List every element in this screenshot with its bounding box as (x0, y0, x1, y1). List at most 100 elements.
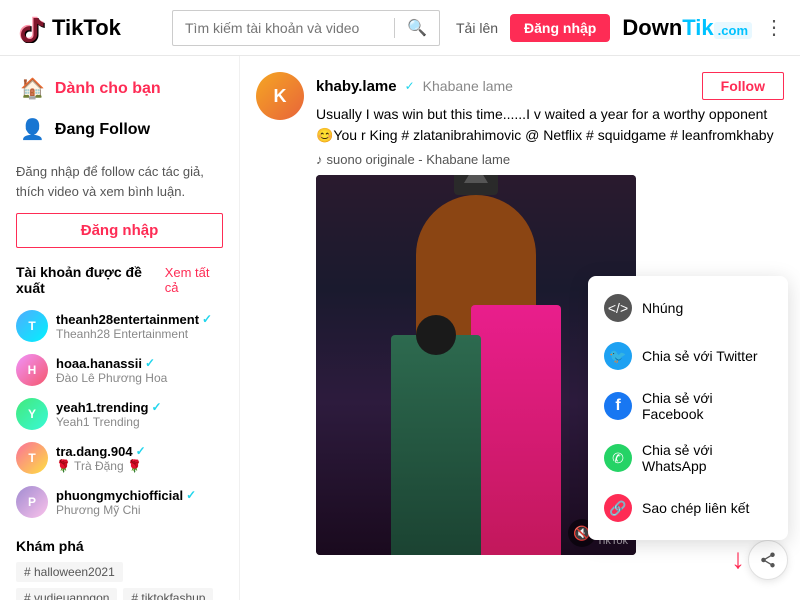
upload-label[interactable]: Tải lên (456, 20, 498, 36)
embed-label: Nhúng (642, 300, 683, 316)
account-item-2[interactable]: H hoaa.hanassii ✓ Đào Lê Phương Hoa (16, 348, 223, 392)
account-info-3: yeah1.trending ✓ Yeah1 Trending (56, 400, 223, 429)
account-info-2: hoaa.hanassii ✓ Đào Lê Phương Hoa (56, 356, 223, 385)
home-icon: 🏠 (20, 76, 45, 101)
facebook-icon: f (604, 392, 632, 420)
tiktok-logo-icon (16, 13, 46, 43)
account-info-5: phuongmychiofficial ✓ Phương Mỹ Chi (56, 488, 223, 517)
figure-green (391, 335, 481, 555)
avatar-3: Y (16, 398, 48, 430)
search-input[interactable] (173, 20, 394, 36)
main: 🏠 Dành cho bạn 👤 Đang Follow Đăng nhập đ… (0, 56, 800, 600)
following-label: Đang Follow (55, 121, 150, 139)
facebook-label: Chia sẻ với Facebook (642, 390, 772, 422)
account-sub-3: Yeah1 Trending (56, 415, 223, 429)
sound-text: suono originale - Khabane lame (327, 152, 511, 167)
share-button-container (748, 540, 788, 580)
login-prompt: Đăng nhập để follow các tác giả, thích v… (16, 162, 223, 201)
post-description: Usually I was win but this time......I v… (316, 104, 784, 146)
verified-icon-4: ✓ (136, 444, 146, 458)
explore-section: Khám phá # halloween2021 # vudieuanngon … (16, 538, 223, 600)
sidebar: 🏠 Dành cho bạn 👤 Đang Follow Đăng nhập đ… (0, 56, 240, 600)
account-sub-4: 🌹 Trà Đặng 🌹 (56, 459, 223, 473)
sidebar-item-for-you[interactable]: 🏠 Dành cho bạn (16, 68, 223, 109)
poster-display-name: Khabane lame (423, 78, 513, 94)
tag-vudieuanngon[interactable]: # vudieuanngon (16, 588, 117, 600)
post-header: khaby.lame ✓ Khabane lame Follow (316, 72, 784, 100)
verified-icon-1: ✓ (202, 312, 212, 326)
figure-pink (471, 305, 561, 555)
account-sub-5: Phương Mỹ Chi (56, 503, 223, 517)
search-button[interactable]: 🔍 (395, 18, 439, 38)
poster-verified-icon: ✓ (405, 79, 415, 93)
tag-tiktokfashup[interactable]: # tiktokfashup (123, 588, 213, 600)
whatsapp-icon: ✆ (604, 444, 632, 472)
see-all-link[interactable]: Xem tất cả (165, 265, 223, 295)
avatar-1: T (16, 310, 48, 342)
share-menu: </> Nhúng 🐦 Chia sẻ với Twitter f Chia s… (588, 276, 788, 540)
logo-area: TikTok (16, 13, 156, 43)
figure-head-left (416, 315, 456, 355)
suggested-title: Tài khoản được đề xuất (16, 264, 165, 296)
account-item-4[interactable]: T tra.dang.904 ✓ 🌹 Trà Đặng 🌹 (16, 436, 223, 480)
figure-head-right (454, 175, 498, 195)
more-icon[interactable]: ⋮ (764, 15, 784, 40)
share-icon (759, 551, 777, 569)
tag-grid: # halloween2021 # vudieuanngon # tiktokf… (16, 562, 223, 600)
whatsapp-label: Chia sẻ với WhatsApp (642, 442, 772, 474)
account-name-3: yeah1.trending ✓ (56, 400, 223, 415)
downtik-badge: DownTik.com (622, 17, 752, 39)
avatar-4: T (16, 442, 48, 474)
account-name-4: tra.dang.904 ✓ (56, 444, 223, 459)
account-info-4: tra.dang.904 ✓ 🌹 Trà Đặng 🌹 (56, 444, 223, 473)
content-area: K khaby.lame ✓ Khabane lame Follow Usual… (240, 56, 800, 600)
copy-link-label: Sao chép liên kết (642, 500, 749, 516)
account-name-2: hoaa.hanassii ✓ (56, 356, 223, 371)
share-whatsapp[interactable]: ✆ Chia sẻ với WhatsApp (588, 432, 788, 484)
for-you-label: Dành cho bạn (55, 80, 161, 98)
share-copy-link[interactable]: 🔗 Sao chép liên kết (588, 484, 788, 532)
arrow-indicator: ↓ (731, 543, 745, 575)
account-info-1: theanh28entertainment ✓ Theanh28 Enterta… (56, 312, 223, 341)
verified-icon-5: ✓ (186, 488, 196, 502)
share-twitter[interactable]: 🐦 Chia sẻ với Twitter (588, 332, 788, 380)
logo-text: TikTok (52, 15, 121, 41)
account-item-5[interactable]: P phuongmychiofficial ✓ Phương Mỹ Chi (16, 480, 223, 524)
copy-link-icon: 🔗 (604, 494, 632, 522)
downtik-tik: Tik (682, 15, 713, 40)
avatar-2: H (16, 354, 48, 386)
share-button[interactable] (748, 540, 788, 580)
twitter-label: Chia sẻ với Twitter (642, 348, 758, 364)
verified-icon-2: ✓ (145, 356, 155, 370)
search-bar: 🔍 (172, 10, 440, 46)
poster-avatar: K (256, 72, 304, 120)
header: TikTok 🔍 Tải lên Đăng nhập DownTik.com ⋮ (0, 0, 800, 56)
account-sub-2: Đào Lê Phương Hoa (56, 371, 223, 385)
account-sub-1: Theanh28 Entertainment (56, 327, 223, 341)
header-login-button[interactable]: Đăng nhập (510, 14, 610, 42)
account-item-3[interactable]: Y yeah1.trending ✓ Yeah1 Trending (16, 392, 223, 436)
explore-title: Khám phá (16, 538, 223, 554)
music-note-icon: ♪ (316, 152, 323, 167)
follow-button[interactable]: Follow (702, 72, 784, 100)
sidebar-login-button[interactable]: Đăng nhập (16, 213, 223, 248)
following-icon: 👤 (20, 117, 45, 142)
post-sound[interactable]: ♪ suono originale - Khabane lame (316, 152, 784, 167)
twitter-icon: 🐦 (604, 342, 632, 370)
triangle-mask (464, 175, 488, 183)
suggested-header: Tài khoản được đề xuất Xem tất cả (16, 264, 223, 296)
embed-icon: </> (604, 294, 632, 322)
share-facebook[interactable]: f Chia sẻ với Facebook (588, 380, 788, 432)
poster-username[interactable]: khaby.lame (316, 78, 397, 95)
header-right: Tải lên Đăng nhập DownTik.com ⋮ (456, 14, 784, 42)
verified-icon-3: ✓ (151, 400, 161, 414)
account-name-1: theanh28entertainment ✓ (56, 312, 223, 327)
account-item-1[interactable]: T theanh28entertainment ✓ Theanh28 Enter… (16, 304, 223, 348)
avatar-5: P (16, 486, 48, 518)
account-name-5: phuongmychiofficial ✓ (56, 488, 223, 503)
downtik-com: .com (714, 22, 752, 39)
share-embed[interactable]: </> Nhúng (588, 284, 788, 332)
tag-halloween[interactable]: # halloween2021 (16, 562, 123, 582)
downtik-text: Down (622, 15, 682, 40)
sidebar-item-following[interactable]: 👤 Đang Follow (16, 109, 223, 150)
